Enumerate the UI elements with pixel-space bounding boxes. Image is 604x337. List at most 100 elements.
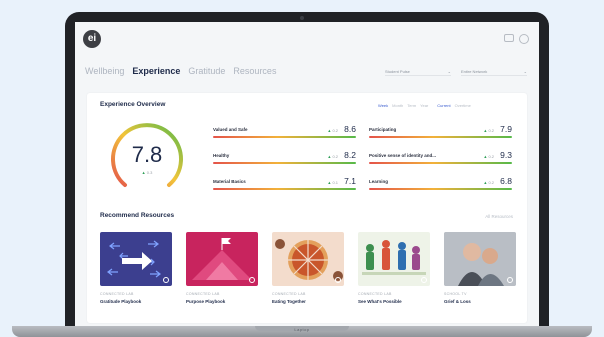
chevron-down-icon: ⌄ [447, 69, 451, 74]
metric-value: 8.2 [344, 150, 356, 160]
mountain-flag-illustration [192, 238, 252, 280]
resource-name[interactable]: Grief & Loss [444, 299, 516, 304]
metric-delta: ▲ 0.2 [483, 180, 494, 185]
tab-resources[interactable]: Resources [233, 66, 276, 76]
metric-bar [369, 188, 512, 190]
tab-overtime[interactable]: Overtime [455, 103, 471, 108]
resource-info: CONNECTED LAB Purpose Playbook [186, 292, 258, 304]
student-select-value: Student Pulse [385, 69, 410, 74]
all-resources-link[interactable]: All Resources [485, 214, 513, 219]
metric-value: 9.3 [500, 150, 512, 160]
tab-month[interactable]: Month [392, 103, 403, 108]
play-icon [249, 277, 255, 283]
metric-learning[interactable]: Learning ▲ 0.2 6.8 [369, 175, 512, 195]
metric-delta-value: 0.2 [488, 180, 494, 185]
resources-title: Recommend Resources [100, 212, 175, 219]
resource-name[interactable]: See What's Possible [358, 299, 430, 304]
metric-material-basics[interactable]: Material Basics ▲ 0.1 7.1 [213, 175, 356, 195]
play-icon [421, 277, 427, 283]
resource-thumb-purpose[interactable] [186, 232, 258, 286]
tab-gratitude[interactable]: Gratitude [188, 66, 225, 76]
tab-year[interactable]: Year [420, 103, 428, 108]
resource-type: CONNECTED LAB [186, 292, 220, 296]
metric-value: 7.1 [344, 176, 356, 186]
resource-thumb-grief[interactable] [444, 232, 516, 286]
trend-up-icon: ▲ [483, 180, 488, 185]
metric-bar [213, 136, 356, 138]
webcam [300, 16, 304, 20]
resource-thumb-eating[interactable] [272, 232, 344, 286]
metric-bar [369, 136, 512, 138]
chevron-down-icon: ⌄ [523, 69, 527, 74]
resource-thumb-possible[interactable] [358, 232, 430, 286]
metric-participating[interactable]: Participating ▲ 0.2 7.9 [369, 123, 512, 143]
arrows-illustration [107, 240, 161, 278]
resource-name[interactable]: Eating Together [272, 299, 344, 304]
metric-label: Healthy [213, 153, 230, 158]
metric-delta-value: 0.2 [488, 128, 494, 133]
play-icon [163, 277, 169, 283]
metric-value: 7.9 [500, 124, 512, 134]
hug-photo [444, 232, 516, 286]
trend-up-icon: ▲ [327, 128, 332, 133]
tab-week[interactable]: Week [378, 103, 388, 108]
trend-up-icon: ▲ [483, 128, 488, 133]
overall-score-delta-value: 0.3 [146, 170, 153, 175]
trend-up-icon: ▲ [327, 154, 332, 159]
app-logo[interactable]: ei [83, 30, 101, 48]
metric-delta: ▲ 0.2 [327, 128, 338, 133]
resource-info: CONNECTED LAB Gratitude Playbook [100, 292, 172, 304]
overall-score: 7.8 [131, 142, 163, 167]
resource-type: CONNECTED LAB [358, 292, 392, 296]
tab-experience[interactable]: Experience [132, 66, 180, 76]
trend-up-icon: ▲ [483, 154, 488, 159]
metric-bar [369, 162, 512, 164]
network-select[interactable]: Entire Network ⌄ [461, 69, 527, 76]
trend-up-icon: ▲ [141, 170, 146, 175]
tab-wellbeing[interactable]: Wellbeing [85, 66, 124, 76]
trend-up-icon: ▲ [327, 180, 332, 185]
metric-label: Positive sense of identity and... [369, 153, 437, 158]
metric-value: 8.6 [344, 124, 356, 134]
metric-label: Material Basics [213, 179, 246, 184]
resource-name[interactable]: Gratitude Playbook [100, 299, 172, 304]
resource-name[interactable]: Purpose Playbook [186, 299, 258, 304]
resource-type: CONNECTED LAB [272, 292, 306, 296]
mail-icon[interactable] [504, 34, 514, 42]
metric-healthy[interactable]: Healthy ▲ 0.2 8.2 [213, 149, 356, 169]
network-select-value: Entire Network [461, 69, 488, 74]
people-illustration [362, 240, 426, 275]
metric-delta-value: 0.1 [332, 180, 338, 185]
metric-positive-identity[interactable]: Positive sense of identity and... ▲ 0.2 … [369, 149, 512, 169]
tab-term[interactable]: Term [407, 103, 416, 108]
metric-delta-value: 0.2 [332, 128, 338, 133]
filter-selects: Student Pulse ⌄ Entire Network ⌄ [385, 69, 527, 76]
metric-label: Participating [369, 127, 397, 132]
student-select[interactable]: Student Pulse ⌄ [385, 69, 451, 76]
tab-current[interactable]: Current [437, 103, 450, 108]
app-screen: ei Wellbeing Experience Gratitude Resour… [75, 22, 539, 326]
metric-value: 6.8 [500, 176, 512, 186]
pizza-illustration [275, 239, 343, 281]
resource-info: CONNECTED LAB See What's Possible [358, 292, 430, 304]
resource-type: CONNECTED LAB [100, 292, 134, 296]
metric-delta: ▲ 0.2 [483, 128, 494, 133]
metric-valued-and-safe[interactable]: Valued and Safe ▲ 0.2 8.6 [213, 123, 356, 143]
metric-delta-value: 0.2 [488, 154, 494, 159]
metric-delta-value: 0.2 [332, 154, 338, 159]
laptop-brand: Laptop [294, 327, 310, 332]
metric-label: Valued and Safe [213, 127, 248, 132]
play-icon [335, 277, 341, 283]
resource-info: SCHOOL TV Grief & Loss [444, 292, 516, 304]
main-nav: Wellbeing Experience Gratitude Resources [85, 66, 276, 76]
profile-icon[interactable] [519, 34, 529, 44]
metric-label: Learning [369, 179, 389, 184]
overview-card: Experience Overview Week Month Term Year… [87, 93, 527, 323]
metric-delta: ▲ 0.2 [483, 154, 494, 159]
metric-bar [213, 188, 356, 190]
overview-title: Experience Overview [100, 101, 166, 108]
metric-bar [213, 162, 356, 164]
resource-type: SCHOOL TV [444, 292, 467, 296]
resource-thumb-gratitude[interactable] [100, 232, 172, 286]
overall-score-delta: ▲ 0.3 [107, 170, 187, 175]
